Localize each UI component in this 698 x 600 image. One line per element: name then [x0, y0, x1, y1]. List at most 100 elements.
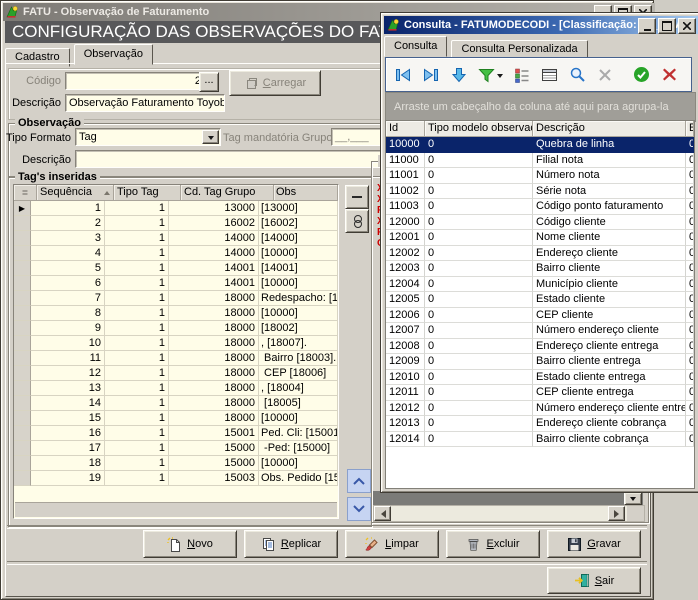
tag-row[interactable]: 5 1 14001 [14001]	[14, 261, 338, 276]
tag-row[interactable]: 18 1 15000 [10000]	[14, 456, 338, 471]
scroll-right-icon[interactable]	[608, 506, 625, 521]
horizontal-scrollbar[interactable]	[373, 505, 645, 522]
result-row[interactable]: 12001 0 Nome cliente 0	[386, 230, 694, 246]
tag-row[interactable]: 16 1 15001 Ped. Cli: [15001]	[14, 426, 338, 441]
fetch-records-icon[interactable]	[450, 66, 469, 84]
tag-row[interactable]: ▶ 1 1 13000 [13000]	[14, 201, 338, 216]
descricao-field[interactable]: Observação Faturamento Toyobo	[65, 94, 225, 112]
result-row[interactable]: 12002 0 Endereço cliente 0	[386, 246, 694, 262]
column-tipo-modelo[interactable]: Tipo modelo observação	[425, 121, 533, 137]
tab-observacao[interactable]: Observação	[74, 44, 153, 65]
consulta-window: Consulta - FATUMODECODI - [Classificação…	[380, 12, 698, 493]
tag-row[interactable]: 7 1 18000 Redespacho: [18001]	[14, 291, 338, 306]
maximize-icon[interactable]	[658, 18, 676, 34]
confirm-icon[interactable]	[633, 66, 652, 84]
column-editavel[interactable]: Editável	[686, 121, 694, 137]
chevron-down-icon[interactable]	[202, 130, 219, 144]
result-row[interactable]: 12006 0 CEP cliente 0	[386, 308, 694, 324]
filter-icon[interactable]	[477, 66, 503, 84]
tag-row[interactable]: 10 1 18000 , [18007].	[14, 336, 338, 351]
close-icon[interactable]	[678, 18, 696, 34]
result-row[interactable]: 11002 0 Série nota 0	[386, 184, 694, 200]
tag-row[interactable]: 2 1 16002 [16002]	[14, 216, 338, 231]
result-row[interactable]: 12012 0 Número endereço cliente entrega …	[386, 401, 694, 417]
sair-button[interactable]: Sair	[547, 567, 641, 594]
novo-button[interactable]: Novo	[143, 530, 237, 558]
result-row[interactable]: 12008 0 Endereço cliente entrega 0	[386, 339, 694, 355]
tag-row[interactable]: 3 1 14000 [14000]	[14, 231, 338, 246]
codigo-browse-button[interactable]: ...	[199, 72, 219, 92]
tag-row[interactable]: 6 1 14001 [10000]	[14, 276, 338, 291]
tab-consulta[interactable]: Consulta	[384, 36, 447, 57]
search-icon[interactable]	[568, 66, 587, 84]
result-row[interactable]: 10000 0 Quebra de linha 0	[386, 137, 694, 153]
tag-row[interactable]: 15 1 18000 [10000]	[14, 411, 338, 426]
gravar-button[interactable]: Gravar	[547, 530, 641, 558]
result-row[interactable]: 11003 0 Código ponto faturamento 0	[386, 199, 694, 215]
column-tipo-tag[interactable]: Tipo Tag	[114, 185, 181, 201]
result-row[interactable]: 12004 0 Município cliente 0	[386, 277, 694, 293]
carregar-button[interactable]: Carregar	[229, 70, 321, 96]
clear-icon[interactable]	[596, 66, 615, 84]
column-descricao[interactable]: Descrição	[533, 121, 686, 137]
scroll-left-icon[interactable]	[374, 506, 391, 521]
row-indicator	[14, 231, 31, 246]
dropdown-button[interactable]	[624, 492, 642, 505]
tag-row[interactable]: 17 1 15000 -Ped: [15000]	[14, 441, 338, 456]
divider	[7, 561, 647, 565]
grid-corner-icon[interactable]: ≣	[14, 185, 37, 201]
result-row[interactable]: 12010 0 Estado cliente entrega 0	[386, 370, 694, 386]
move-up-button[interactable]	[347, 469, 371, 493]
reorder-tags-button[interactable]	[345, 209, 369, 233]
first-record-icon[interactable]	[394, 66, 413, 84]
column-cd-tag-grupo[interactable]: Cd. Tag Grupo	[181, 185, 274, 201]
app-icon	[5, 5, 19, 19]
trash-icon	[466, 537, 481, 552]
column-id[interactable]: Id	[386, 121, 425, 137]
tipo-formato-label: Tipo Formato	[5, 129, 71, 147]
result-row[interactable]: 12005 0 Estado cliente 0	[386, 292, 694, 308]
row-indicator	[14, 276, 31, 291]
last-record-icon[interactable]	[422, 66, 441, 84]
tag-row[interactable]: 4 1 14000 [10000]	[14, 246, 338, 261]
tag-row[interactable]: 11 1 18000 Bairro [18003].	[14, 351, 338, 366]
group-by-bar[interactable]: Arraste um cabeçalho da coluna até aqui …	[385, 92, 696, 122]
tag-row[interactable]: 13 1 18000 , [18004]	[14, 381, 338, 396]
result-row[interactable]: 12014 0 Bairro cliente cobrança 0	[386, 432, 694, 448]
tipo-formato-select[interactable]: Tag	[75, 128, 221, 146]
tag-row[interactable]: 12 1 18000 CEP [18006]	[14, 366, 338, 381]
grid-view-icon[interactable]	[540, 66, 559, 84]
codigo-field[interactable]: 2	[65, 72, 205, 90]
result-row[interactable]: 12011 0 CEP cliente entrega 0	[386, 385, 694, 401]
tag-row[interactable]: 8 1 18000 [10000]	[14, 306, 338, 321]
desktop: FATU - Observação de Faturamento CONFIGU…	[0, 0, 698, 600]
load-icon	[244, 76, 259, 91]
limpar-button[interactable]: Limpar	[345, 530, 439, 558]
move-down-button[interactable]	[347, 497, 371, 521]
tag-row[interactable]: 9 1 18000 [18002]	[14, 321, 338, 336]
row-indicator: ▶	[14, 201, 31, 216]
result-row[interactable]: 12003 0 Bairro cliente 0	[386, 261, 694, 277]
cancel-icon[interactable]	[660, 66, 679, 84]
replicar-button[interactable]: Replicar	[244, 530, 338, 558]
tags-group-title: Tag's inseridas	[15, 171, 100, 183]
minus-icon	[352, 196, 362, 198]
eraser-icon	[365, 537, 380, 552]
sort-asc-icon	[104, 188, 110, 195]
result-row[interactable]: 12009 0 Bairro cliente entrega 0	[386, 354, 694, 370]
remove-tag-button[interactable]	[345, 185, 369, 209]
column-sequencia[interactable]: Sequência	[37, 185, 114, 201]
minimize-icon[interactable]	[638, 18, 656, 34]
result-row[interactable]: 12007 0 Número endereço cliente 0	[386, 323, 694, 339]
columns-icon[interactable]	[513, 66, 532, 84]
tag-row[interactable]: 14 1 18000 [18005]	[14, 396, 338, 411]
result-row[interactable]: 12013 0 Endereço cliente cobrança 0	[386, 416, 694, 432]
tag-row[interactable]: 19 1 15003 Obs. Pedido [15003]	[14, 471, 338, 486]
result-row[interactable]: 11001 0 Número nota 0	[386, 168, 694, 184]
consulta-titlebar[interactable]: Consulta - FATUMODECODI - [Classificação…	[384, 16, 698, 34]
column-obs[interactable]: Obs	[274, 185, 338, 201]
chevron-up-icon	[353, 477, 365, 485]
result-row[interactable]: 12000 0 Código cliente 0	[386, 215, 694, 231]
result-row[interactable]: 11000 0 Filial nota 0	[386, 153, 694, 169]
excluir-button[interactable]: Excluir	[446, 530, 540, 558]
